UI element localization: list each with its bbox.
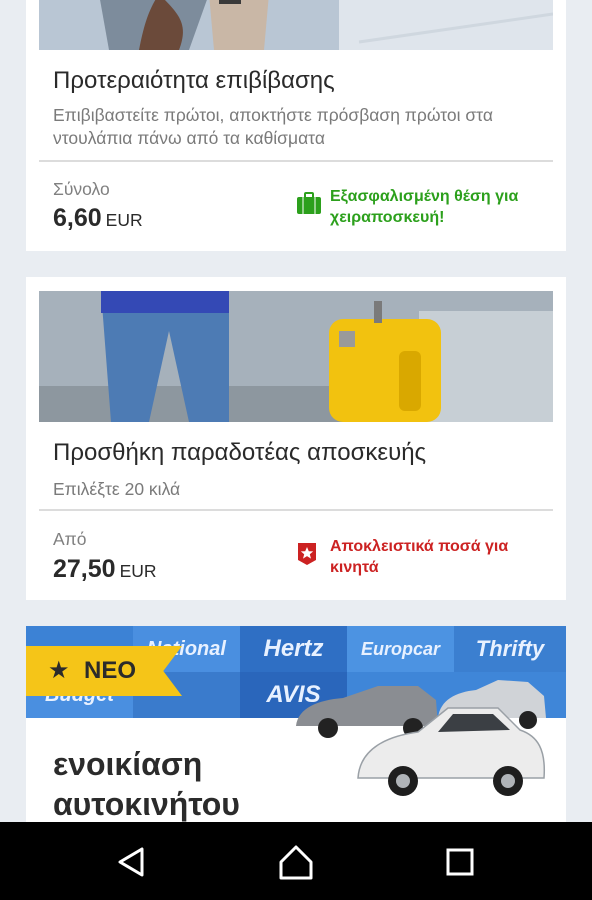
priority-boarding-description: Επιβιβαστείτε πρώτοι, αποκτήστε πρόσβαση… — [53, 105, 493, 148]
priority-price-amount: 6,60 — [53, 204, 102, 232]
checked-baggage-title: Προσθήκη παραδοτέας αποσκευής — [53, 439, 427, 466]
star-icon: ★ — [48, 657, 70, 684]
brand-thrifty: Thrifty — [454, 626, 566, 672]
car-rental-card[interactable]: National Hertz Europcar Thrifty Budget A… — [26, 626, 566, 826]
car-silhouette-back-left — [296, 686, 438, 738]
system-navigation-bar — [0, 822, 592, 900]
home-icon[interactable] — [276, 842, 316, 882]
brand-europcar: Europcar — [347, 626, 454, 672]
recents-square-icon[interactable] — [440, 842, 480, 882]
priority-boarding-photo — [39, 0, 553, 50]
brand-hertz: Hertz — [240, 626, 347, 672]
priority-price-currency: EUR — [105, 210, 143, 230]
checked-baggage-description: Επιλέξτε 20 κιλά — [53, 479, 181, 499]
star-ribbon-icon — [296, 542, 318, 572]
checked-baggage-photo — [39, 291, 553, 422]
priority-boarding-title: Προτεραιότητα επιβίβασης — [53, 67, 335, 94]
priority-badge-text: Εξασφαλισμένη θέση για χειραποσκευή! — [330, 188, 519, 226]
priority-price: 6,60 EUR — [53, 204, 143, 233]
new-badge: ★ NEO — [26, 646, 182, 696]
car-rental-title-line2: αυτοκινήτου — [53, 786, 240, 822]
cars-illustration — [288, 678, 548, 813]
baggage-divider — [39, 509, 553, 511]
priority-price-label: Σύνολο — [53, 179, 110, 199]
new-badge-label: NEO — [84, 657, 137, 684]
priority-divider — [39, 160, 553, 162]
checked-baggage-card[interactable]: Προσθήκη παραδοτέας αποσκευής Επιλέξτε 2… — [26, 277, 566, 600]
car-rental-title: ενοικίαση αυτοκινήτου — [53, 744, 240, 824]
baggage-price: 27,50 EUR — [53, 555, 157, 584]
baggage-price-amount: 27,50 — [53, 555, 116, 583]
baggage-badge-text: Αποκλειστικά ποσά για κινητά — [330, 538, 509, 576]
priority-boarding-card[interactable]: Προτεραιότητα επιβίβασης Επιβιβαστείτε π… — [26, 0, 566, 251]
suitcase-icon — [296, 192, 322, 220]
car-rental-title-line1: ενοικίαση — [53, 746, 203, 782]
baggage-price-label: Από — [53, 529, 87, 549]
back-triangle-icon[interactable] — [112, 842, 152, 882]
baggage-price-currency: EUR — [119, 561, 157, 581]
